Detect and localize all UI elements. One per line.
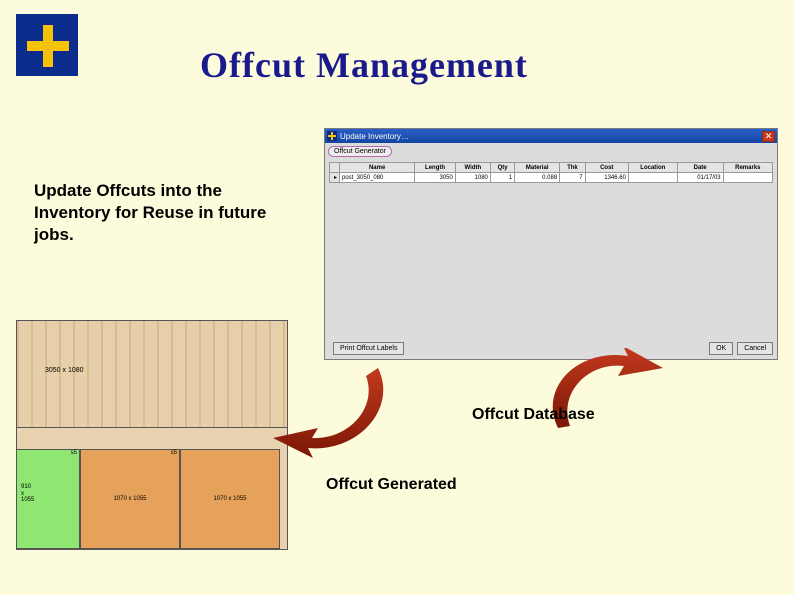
- offcut-area: 3050 x 1080: [16, 320, 288, 428]
- col-remarks: Remarks: [723, 163, 772, 173]
- col-width: Width: [455, 163, 490, 173]
- col-thk: Thk: [560, 163, 585, 173]
- cell-date[interactable]: 01/17/03: [677, 173, 723, 183]
- window-titlebar: Update Inventory… ✕: [325, 129, 777, 143]
- page-title: Offcut Management: [200, 44, 528, 86]
- nested-part-3: 1070 x 1055: [180, 449, 280, 549]
- col-name: Name: [340, 163, 415, 173]
- table-row[interactable]: ▸ post_3050_080 3050 1080 1 0.088 7 1346…: [330, 173, 773, 183]
- col-cost: Cost: [585, 163, 628, 173]
- nesting-layout: 3050 x 1080 s5 910x1055 s5 1070 x 1055 1…: [16, 320, 288, 550]
- part-tag: s5: [71, 450, 77, 456]
- cell-name[interactable]: post_3050_080: [340, 173, 415, 183]
- cell-width[interactable]: 1080: [455, 173, 490, 183]
- cell-location[interactable]: [628, 173, 677, 183]
- cell-length[interactable]: 3050: [415, 173, 456, 183]
- col-location: Location: [628, 163, 677, 173]
- print-labels-button[interactable]: Print Offcut Labels: [333, 342, 404, 355]
- header-row: Name Length Width Qty Material Thk Cost …: [330, 163, 773, 173]
- window-icon: [327, 131, 337, 141]
- cell-thk[interactable]: 7: [560, 173, 585, 183]
- part-dimension: 1070 x 1055: [81, 496, 179, 502]
- window-title: Update Inventory…: [340, 132, 762, 141]
- close-button[interactable]: ✕: [762, 131, 775, 142]
- description-text: Update Offcuts into the Inventory for Re…: [34, 180, 284, 246]
- col-date: Date: [677, 163, 723, 173]
- col-qty: Qty: [490, 163, 514, 173]
- inventory-grid: Name Length Width Qty Material Thk Cost …: [329, 162, 773, 183]
- row-gutter-header: [330, 163, 340, 173]
- cell-remarks[interactable]: [723, 173, 772, 183]
- arrow-database-icon: [548, 348, 668, 438]
- cell-qty[interactable]: 1: [490, 173, 514, 183]
- col-material: Material: [515, 163, 560, 173]
- offcut-generated-label: Offcut Generated: [326, 476, 457, 494]
- nested-part-1: s5 910x1055: [16, 449, 80, 549]
- part-dimension: 910x1055: [21, 484, 34, 504]
- offcut-dimension-label: 3050 x 1080: [45, 367, 84, 374]
- part-dimension: 1070 x 1055: [181, 496, 279, 502]
- offcut-database-label: Offcut Database: [472, 406, 595, 424]
- tab-offcut-generator[interactable]: Offcut Generator: [328, 146, 392, 157]
- nested-part-2: s5 1070 x 1055: [80, 449, 180, 549]
- cancel-button[interactable]: Cancel: [737, 342, 773, 355]
- col-length: Length: [415, 163, 456, 173]
- cell-cost[interactable]: 1346.60: [585, 173, 628, 183]
- update-inventory-window: Update Inventory… ✕ Offcut Generator Nam…: [324, 128, 778, 360]
- part-tag: s5: [171, 450, 177, 456]
- close-icon: ✕: [765, 131, 773, 142]
- row-gutter-cell: ▸: [330, 173, 340, 183]
- cell-material[interactable]: 0.088: [515, 173, 560, 183]
- app-logo-icon: [16, 14, 78, 76]
- ok-button[interactable]: OK: [709, 342, 733, 355]
